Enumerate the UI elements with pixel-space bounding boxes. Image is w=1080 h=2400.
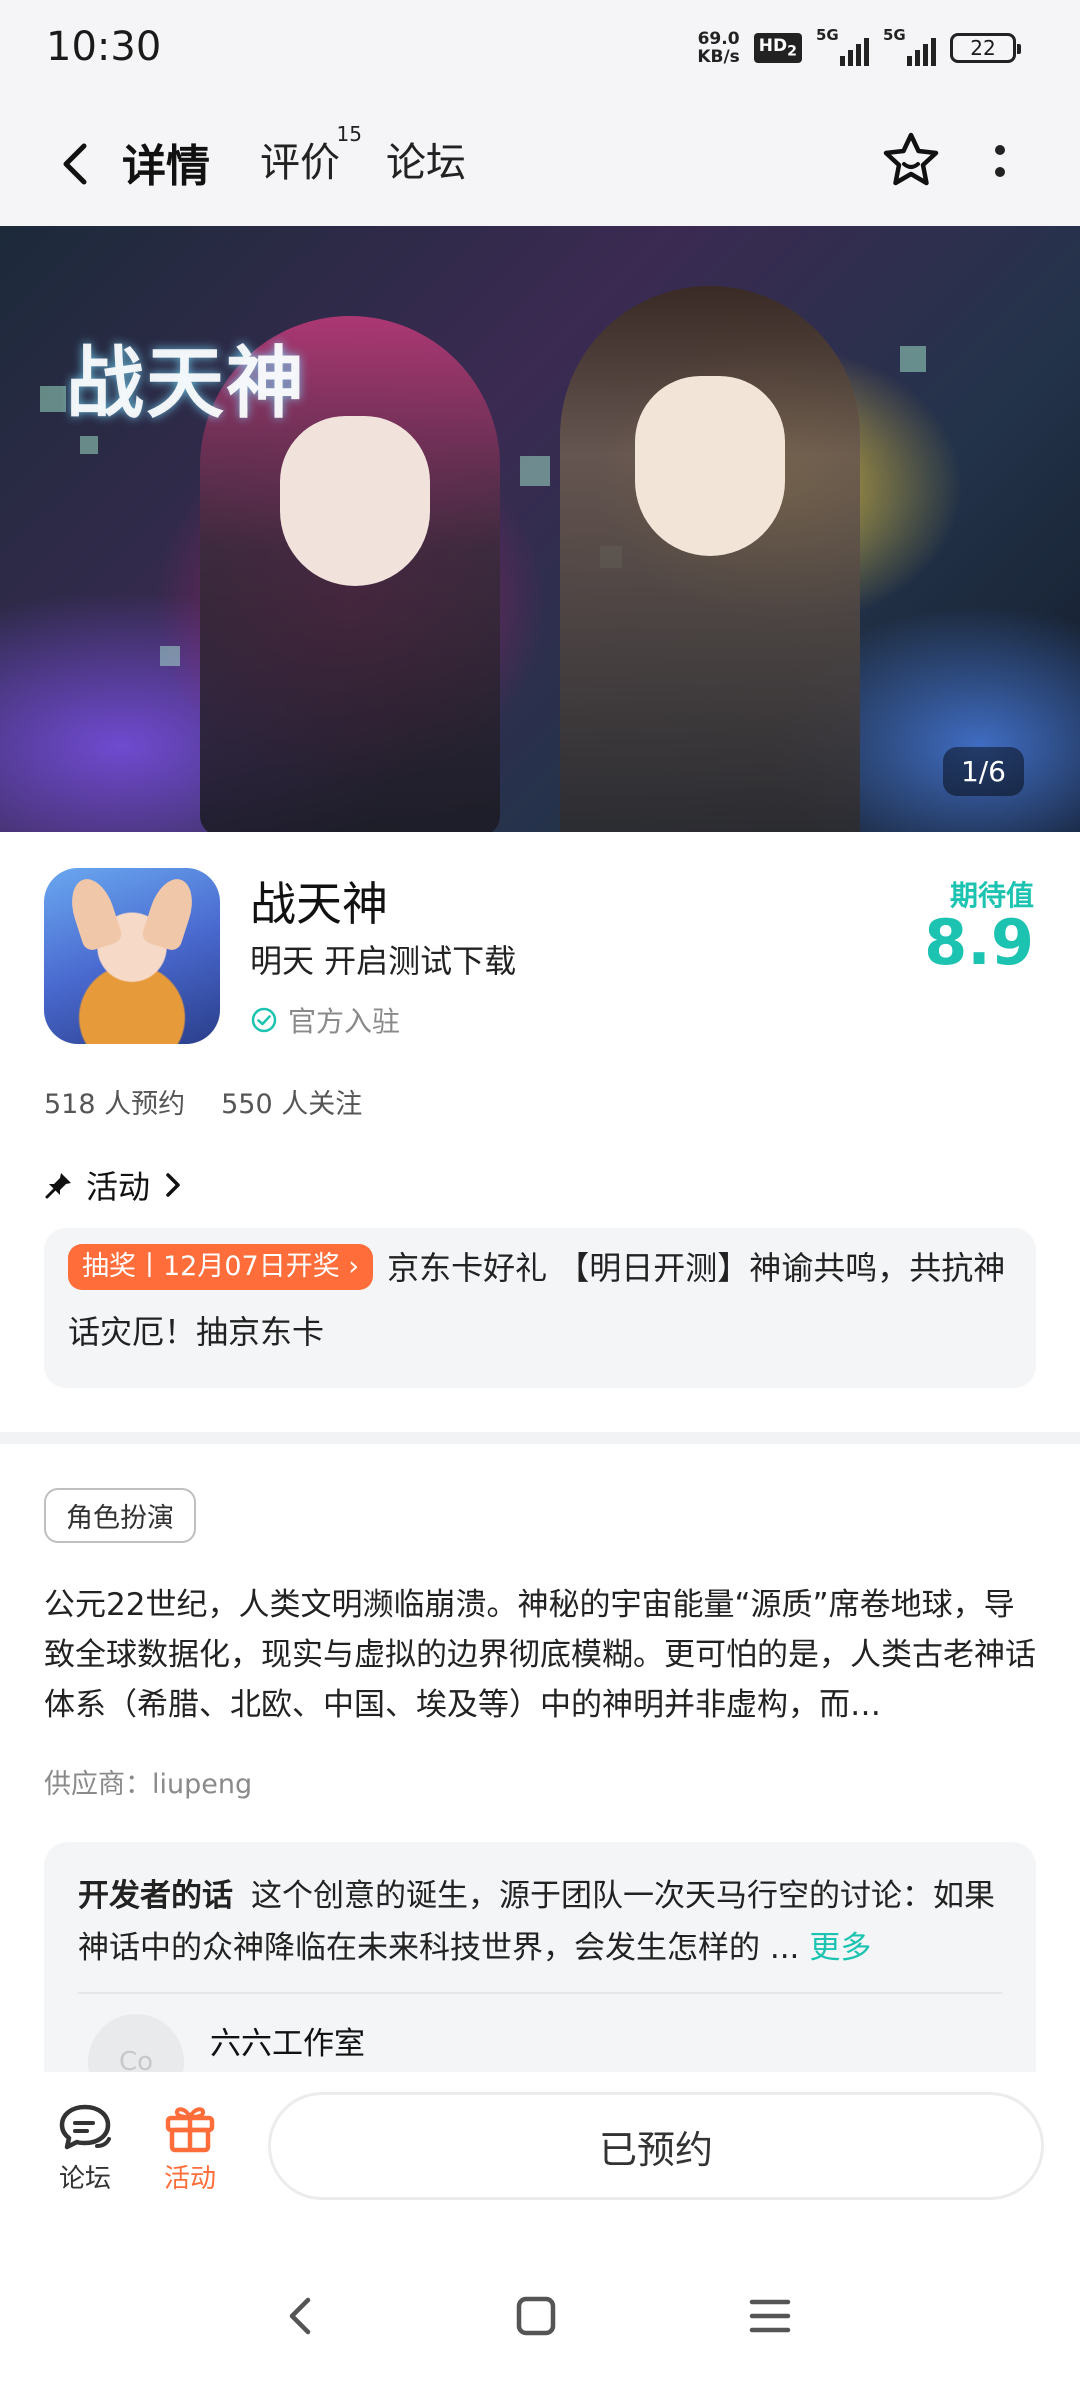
genre-tag[interactable]: 角色扮演 <box>44 1488 196 1543</box>
gift-icon <box>165 2107 215 2153</box>
system-back-icon <box>289 2297 311 2335</box>
star-face-icon <box>883 132 939 186</box>
signal-icon-2: 5G <box>883 26 936 66</box>
status-bar: 10:30 69.0 KB/s HD2 5G 5G 22 <box>0 0 1080 104</box>
game-stats: 518 人预约 550 人关注 <box>44 1082 362 1121</box>
pin-icon <box>45 1173 71 1199</box>
studio-avatar[interactable]: Co <box>88 2014 184 2072</box>
activity-content: 抽奖丨12月07日开奖 › 京东卡好礼 【明日开测】神谕共鸣，共抗神话灾厄！抽京东… <box>68 1236 1012 1364</box>
banner-game-logo: 战天神 <box>66 339 307 429</box>
reservation-count: 518 人预约 <box>44 1089 186 1120</box>
more-dot-icon <box>995 145 1005 155</box>
system-menu-icon <box>749 2299 791 2333</box>
bottom-forum-button[interactable]: 论坛 <box>40 2102 130 2195</box>
banner-character-face <box>280 416 430 586</box>
system-navigation-bar <box>0 2222 1080 2400</box>
bottom-activity-button[interactable]: 活动 <box>145 2102 235 2195</box>
expectation-score: 8.9 <box>924 906 1034 979</box>
game-banner-carousel[interactable]: 战天神 1/6 <box>0 226 1080 832</box>
battery-icon: 22 <box>950 33 1021 63</box>
follower-count: 550 人关注 <box>221 1089 363 1120</box>
game-description[interactable]: 公元22世纪，人类文明濒临崩溃。神秘的宇宙能量“源质”席卷地球，导致全球数据化，… <box>44 1580 1040 1730</box>
review-count-badge: 15 <box>336 122 362 146</box>
game-app-icon <box>44 868 220 1044</box>
status-icons: 69.0 KB/s HD2 5G 5G 22 <box>697 26 1021 67</box>
tab-detail[interactable]: 详情 <box>122 130 210 194</box>
more-dot-icon <box>995 167 1005 177</box>
tab-review[interactable]: 评价 15 <box>260 122 362 188</box>
carousel-page-indicator: 1/6 <box>942 747 1024 796</box>
developer-notes-card[interactable]: 开发者的话 这个创意的诞生，源于团队一次天马行空的讨论：如果神话中的众神降临在未来… <box>44 1842 1036 2072</box>
chevron-right-icon <box>166 1173 180 1197</box>
verified-check-icon <box>251 1007 277 1033</box>
bottom-action-bar: 论坛 活动 已预约 <box>0 2072 1080 2222</box>
studio-name[interactable]: 六六工作室 <box>210 2018 365 2063</box>
activity-card[interactable]: 抽奖丨12月07日开奖 › 京东卡好礼 【明日开测】神谕共鸣，共抗神话灾厄！抽京东… <box>44 1228 1036 1388</box>
banner-character-face <box>635 376 785 556</box>
system-back-button[interactable] <box>272 2286 332 2346</box>
banner-character-braided <box>560 286 860 832</box>
signal-icon-1: 5G <box>816 26 869 66</box>
section-divider <box>0 1432 1080 1444</box>
card-divider <box>78 1992 1002 1994</box>
network-speed: 69.0 KB/s <box>697 29 740 67</box>
status-time: 10:30 <box>46 24 162 70</box>
supplier-info: 供应商：liupeng <box>44 1769 253 1800</box>
system-home-button[interactable] <box>506 2286 566 2346</box>
reserved-button[interactable]: 已预约 <box>268 2092 1044 2200</box>
official-verified: 官方入驻 <box>250 1000 400 1040</box>
developer-notes-label: 开发者的话 <box>78 1878 233 1914</box>
more-options-button[interactable] <box>980 130 1020 192</box>
lottery-tag[interactable]: 抽奖丨12月07日开奖 › <box>68 1244 374 1290</box>
more-link[interactable]: 更多 <box>809 1930 871 1966</box>
top-nav: 详情 评价 15 论坛 <box>0 104 1080 226</box>
developer-notes: 开发者的话 这个创意的诞生，源于团队一次天马行空的讨论：如果神话中的众神降临在未来… <box>78 1870 1008 1974</box>
hd-voice-icon: HD2 <box>753 33 802 63</box>
tab-forum[interactable]: 论坛 <box>386 130 466 188</box>
game-title: 战天神 <box>250 877 388 931</box>
system-home-icon <box>516 2296 556 2336</box>
system-menu-button[interactable] <box>740 2286 800 2346</box>
chat-bubble-icon <box>59 2104 111 2150</box>
back-button[interactable] <box>46 134 106 194</box>
release-status: 明天 开启测试下载 <box>250 942 517 980</box>
activity-section-header[interactable]: 活动 <box>44 1162 184 1208</box>
back-arrow-icon <box>63 143 87 185</box>
favorite-button[interactable] <box>880 130 942 192</box>
